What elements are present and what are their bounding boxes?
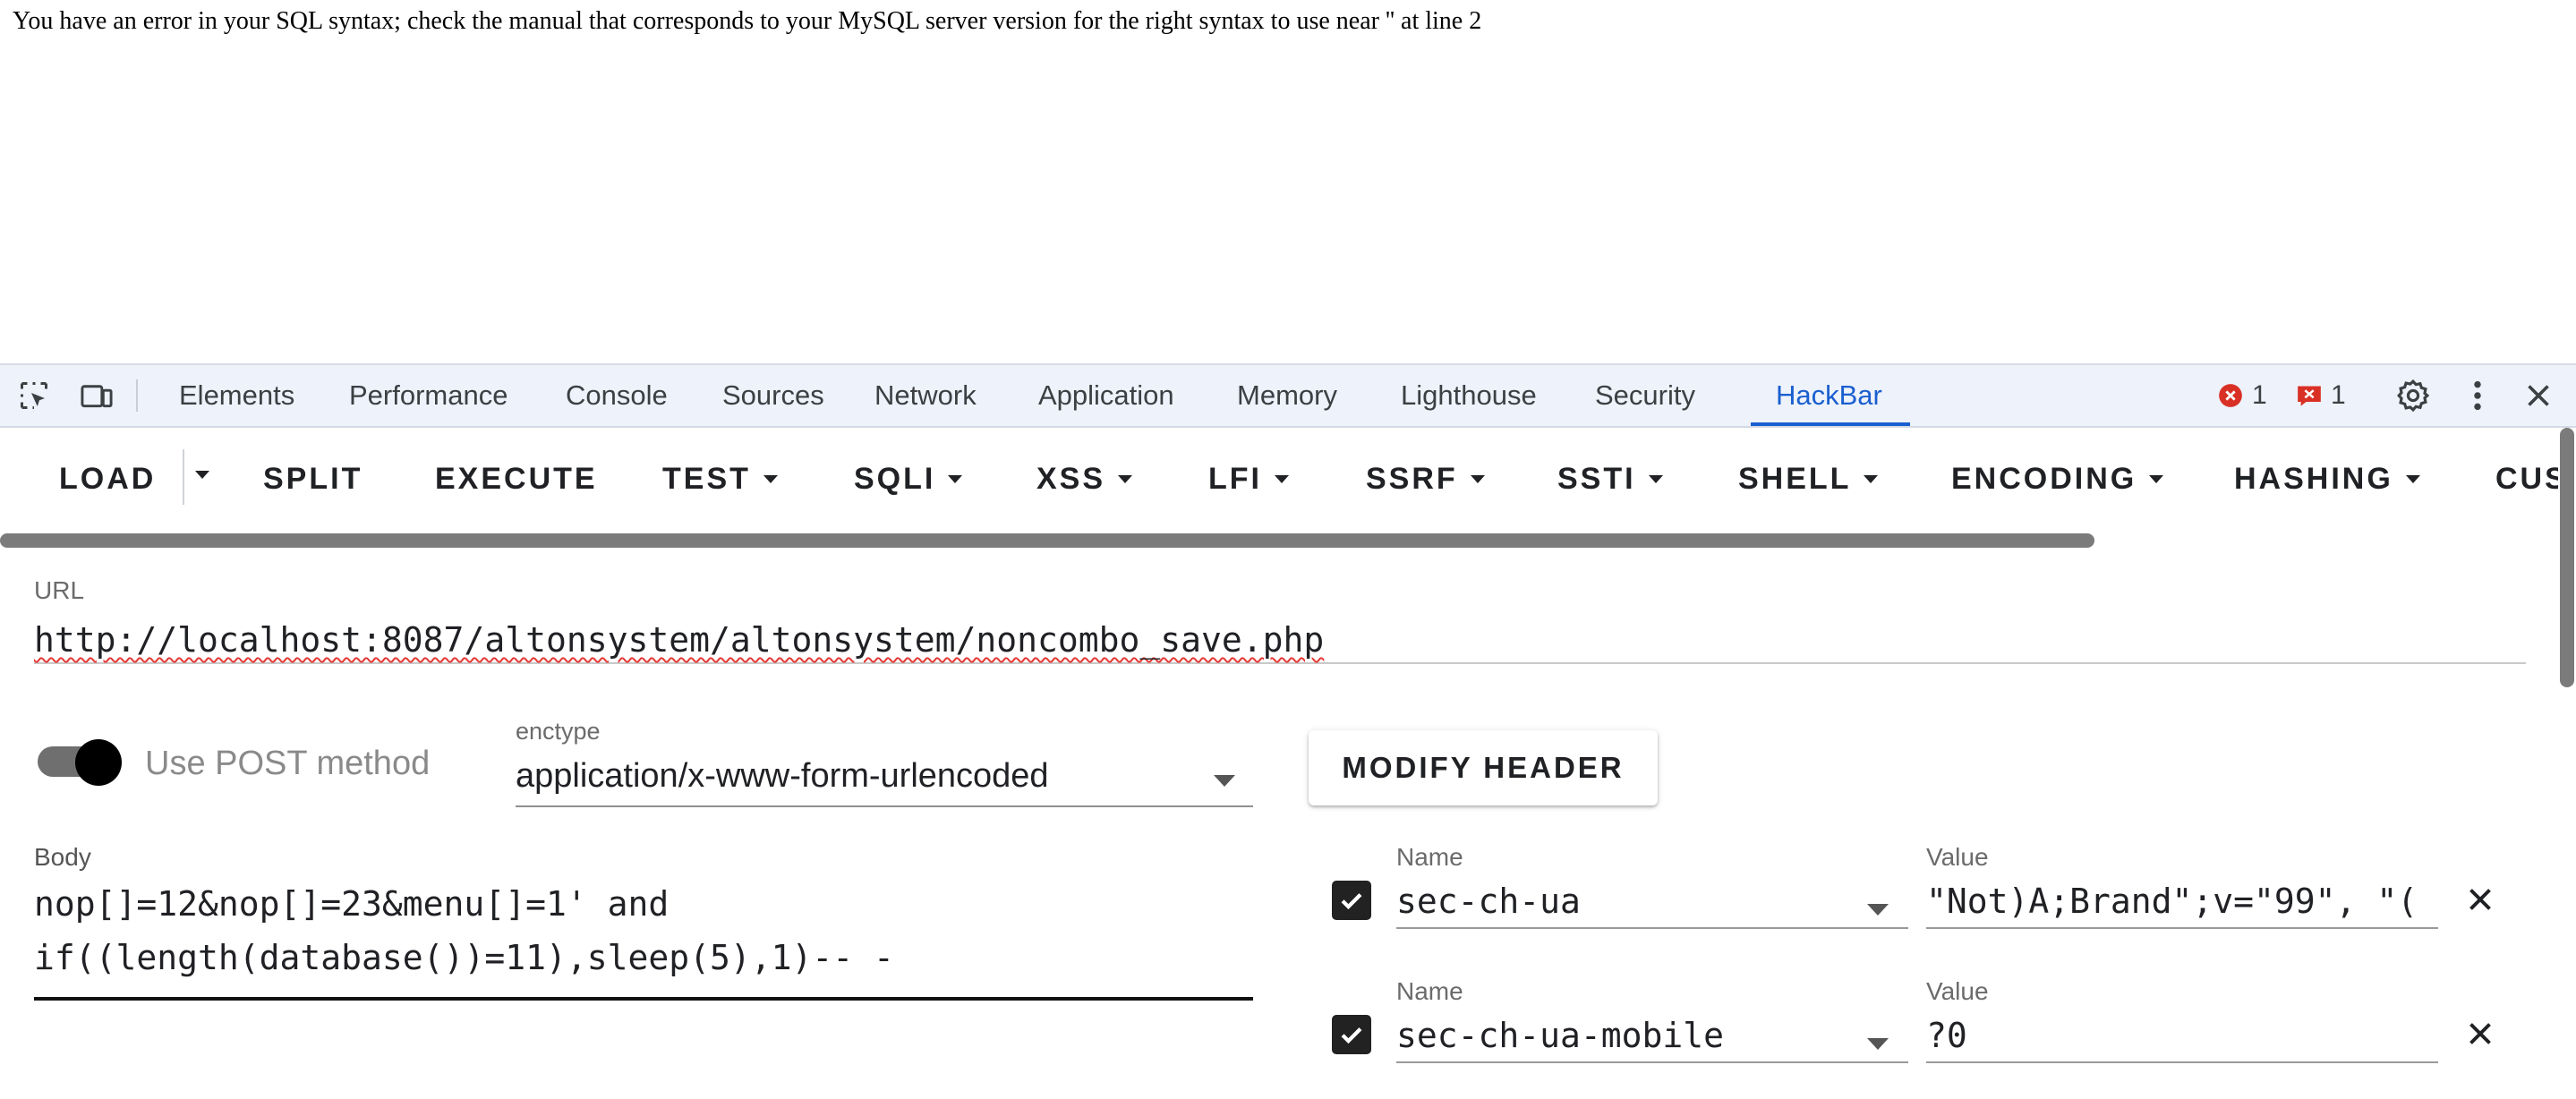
encoding-menu-button[interactable]: ENCODING bbox=[1951, 462, 2164, 497]
custom-menu-button[interactable]: CUS bbox=[2495, 462, 2558, 497]
tab-memory[interactable]: Memory bbox=[1237, 365, 1337, 426]
post-method-toggle-knob[interactable] bbox=[75, 739, 122, 786]
url-input[interactable]: http://localhost:8087/altonsystem/altons… bbox=[34, 618, 2526, 664]
split-button[interactable]: SPLIT bbox=[263, 462, 363, 497]
post-method-label: Use POST method bbox=[145, 745, 431, 782]
issues-counter[interactable]: 1 bbox=[2297, 365, 2346, 426]
header-2-value-label: Value bbox=[1926, 977, 1989, 1005]
header-2-checkbox[interactable] bbox=[1332, 1015, 1371, 1054]
modify-header-button[interactable]: MODIFY HEADER bbox=[1309, 730, 1658, 805]
header-1-value-input[interactable]: "Not)A;Brand";v="99", "( bbox=[1926, 877, 2438, 925]
chevron-down-icon bbox=[763, 475, 778, 483]
more-options-icon[interactable] bbox=[2460, 379, 2495, 412]
error-count: 1 bbox=[2252, 380, 2267, 410]
checkmark-icon bbox=[1341, 893, 1362, 910]
enctype-select[interactable]: application/x-www-form-urlencoded bbox=[516, 752, 1253, 807]
hackbar-toolbar: LOAD SPLIT EXECUTE TEST SQLI XSS LFI SSR… bbox=[0, 428, 2558, 528]
xss-menu-button[interactable]: XSS bbox=[1036, 462, 1133, 497]
header-1-name-underline bbox=[1396, 927, 1908, 929]
page-error-message: You have an error in your SQL syntax; ch… bbox=[13, 7, 1482, 35]
header-1-remove-close-icon[interactable] bbox=[2467, 886, 2499, 918]
ssti-menu-button[interactable]: SSTI bbox=[1557, 462, 1663, 497]
device-toolbar-icon[interactable] bbox=[79, 379, 115, 412]
body-textarea[interactable]: nop[]=12&nop[]=23&menu[]=1' and if((leng… bbox=[34, 877, 1253, 984]
load-dropdown-chevron-down-icon[interactable] bbox=[195, 471, 209, 479]
devtools-panel: Elements Performance Console Sources Net… bbox=[0, 363, 2576, 1099]
chevron-down-icon bbox=[1867, 1038, 1889, 1050]
header-2-name-label: Name bbox=[1396, 977, 1463, 1005]
chevron-down-icon bbox=[1864, 475, 1879, 483]
chevron-down-icon bbox=[948, 475, 963, 483]
issue-count: 1 bbox=[2331, 380, 2346, 410]
chevron-down-icon bbox=[1648, 475, 1663, 483]
chevron-down-icon bbox=[1867, 904, 1889, 916]
header-2-value-underline bbox=[1926, 1061, 2438, 1063]
header-1-value-label: Value bbox=[1926, 843, 1989, 871]
toolbar-horizontal-scrollbar[interactable] bbox=[0, 533, 2094, 548]
tab-elements[interactable]: Elements bbox=[179, 365, 294, 426]
body-focus-underline bbox=[34, 997, 1253, 1001]
header-1-checkbox[interactable] bbox=[1332, 881, 1371, 920]
tab-application[interactable]: Application bbox=[1038, 365, 1174, 426]
body-label: Body bbox=[34, 843, 91, 871]
tab-lighthouse[interactable]: Lighthouse bbox=[1401, 365, 1537, 426]
shell-menu-button[interactable]: SHELL bbox=[1738, 462, 1879, 497]
url-label: URL bbox=[34, 576, 85, 604]
ssrf-menu-button[interactable]: SSRF bbox=[1366, 462, 1485, 497]
tab-security[interactable]: Security bbox=[1595, 365, 1695, 426]
chevron-down-icon bbox=[2405, 475, 2420, 483]
header-2-remove-close-icon[interactable] bbox=[2467, 1020, 2499, 1052]
tab-sources[interactable]: Sources bbox=[722, 365, 824, 426]
issue-icon bbox=[2298, 386, 2321, 406]
sqli-menu-button[interactable]: SQLI bbox=[854, 462, 963, 497]
chevron-down-icon bbox=[1118, 475, 1133, 483]
header-1-name-select[interactable]: sec-ch-ua bbox=[1396, 877, 1862, 925]
panel-vertical-scrollbar[interactable] bbox=[2560, 428, 2574, 687]
chevron-down-icon bbox=[1274, 475, 1289, 483]
close-devtools-icon[interactable] bbox=[2521, 379, 2556, 412]
lfi-menu-button[interactable]: LFI bbox=[1208, 462, 1289, 497]
inspect-element-icon[interactable] bbox=[16, 379, 52, 412]
header-2-name-select[interactable]: sec-ch-ua-mobile bbox=[1396, 1011, 1862, 1060]
devtools-tabbar: Elements Performance Console Sources Net… bbox=[0, 365, 2576, 428]
chevron-down-icon bbox=[2149, 475, 2164, 483]
header-2-value-input[interactable]: ?0 bbox=[1926, 1011, 2438, 1060]
header-2-name-underline bbox=[1396, 1061, 1908, 1063]
load-split-divider bbox=[183, 449, 184, 505]
error-icon bbox=[2219, 384, 2242, 407]
chevron-down-icon bbox=[1214, 775, 1235, 787]
test-menu-button[interactable]: TEST bbox=[662, 462, 778, 497]
active-tab-indicator bbox=[1751, 422, 1910, 426]
chevron-down-icon bbox=[1470, 475, 1485, 483]
checkmark-icon bbox=[1341, 1027, 1362, 1044]
tab-network[interactable]: Network bbox=[874, 365, 977, 426]
gear-icon[interactable] bbox=[2395, 379, 2431, 413]
error-counter[interactable]: 1 bbox=[2218, 365, 2267, 426]
toolbar-divider bbox=[136, 379, 138, 412]
header-1-name-label: Name bbox=[1396, 843, 1463, 871]
header-1-value-underline bbox=[1926, 927, 2438, 929]
tab-console[interactable]: Console bbox=[566, 365, 668, 426]
execute-button[interactable]: EXECUTE bbox=[435, 462, 598, 497]
tab-hackbar[interactable]: HackBar bbox=[1776, 365, 1882, 426]
hashing-menu-button[interactable]: HASHING bbox=[2234, 462, 2420, 497]
load-button[interactable]: LOAD bbox=[59, 462, 156, 497]
tab-performance[interactable]: Performance bbox=[349, 365, 508, 426]
enctype-label: enctype bbox=[516, 718, 601, 745]
